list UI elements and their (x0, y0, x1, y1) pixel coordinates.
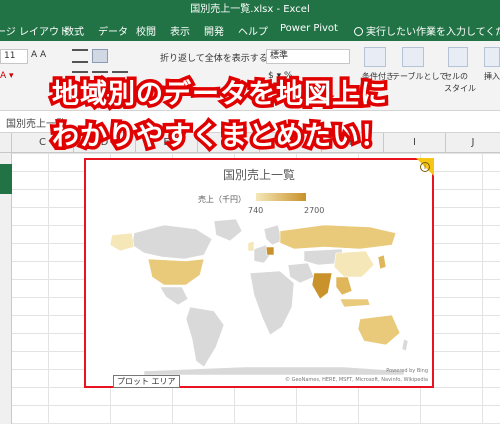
banner-line-1: 地域別のデータを地図上に (49, 76, 391, 114)
tell-me-box[interactable]: 実行したい作業を入力してください (354, 23, 500, 38)
ribbon-tabs: ージ レイアウト 数式 データ 校閲 表示 開発 ヘルプ Power Pivot… (0, 19, 500, 41)
powered-by-bing: Powered by Bing (386, 368, 428, 374)
tab-view[interactable]: 表示 (170, 23, 190, 38)
legend-title: 売上（千円） (198, 195, 246, 204)
search-icon (354, 27, 363, 36)
new-zealand (401, 338, 409, 352)
align-top-icon[interactable] (72, 49, 88, 63)
russia (279, 224, 397, 250)
tab-data[interactable]: データ (98, 23, 128, 38)
cell-style-icon[interactable] (448, 47, 468, 67)
legend-max-value: 2700 (304, 206, 325, 215)
australia (357, 314, 401, 346)
legend-gradient (256, 193, 306, 201)
mexico (159, 286, 189, 306)
tab-help[interactable]: ヘルプ (238, 23, 268, 38)
cell-style-label-2[interactable]: スタイル (444, 83, 476, 94)
font-size-select[interactable]: 11 (0, 49, 28, 64)
tab-formulas[interactable]: 数式 (64, 23, 84, 38)
china (333, 250, 375, 278)
window-title: 国別売上一覧.xlsx - Excel (190, 4, 310, 15)
tab-review[interactable]: 校閲 (136, 23, 156, 38)
insert-icon[interactable] (484, 47, 500, 67)
tab-power-pivot[interactable]: Power Pivot (280, 23, 338, 34)
title-bar: 国別売上一覧.xlsx - Excel (0, 0, 500, 19)
africa (249, 270, 295, 336)
selected-row-indicator (0, 164, 12, 194)
banner-line-2: わかりやすくまとめたい！ (49, 118, 391, 156)
tab-page-layout[interactable]: ージ レイアウト (0, 23, 69, 38)
font-color-icon[interactable]: A ▾ (0, 71, 14, 81)
south-america (185, 306, 225, 368)
scandinavia (263, 224, 283, 246)
tell-me-label: 実行したい作業を入力してください (366, 27, 500, 38)
middle-east (287, 262, 315, 284)
map-chart[interactable]: i 国別売上一覧 売上（千円） 740 2700 Powered by Bing… (84, 158, 434, 388)
map-copyright: © GeoNames, HERE, MSFT, Microsoft, Navin… (284, 377, 428, 383)
tab-developer[interactable]: 開発 (204, 23, 224, 38)
corner-cell[interactable] (0, 133, 12, 153)
wrap-text-button[interactable]: 折り返して全体を表示する (160, 51, 268, 64)
alaska (109, 232, 135, 252)
chart-title: 国別売上一覧 (222, 168, 295, 182)
indonesia (339, 298, 371, 308)
align-middle-icon[interactable] (92, 49, 108, 63)
column-header-i[interactable]: I (384, 133, 446, 153)
india (311, 272, 333, 300)
world-map (109, 218, 409, 375)
usa (147, 258, 205, 286)
southeast-asia (335, 276, 353, 296)
grow-font-icon[interactable]: A A (31, 50, 46, 60)
canada (131, 224, 213, 260)
legend-min-value: 740 (248, 206, 264, 215)
table-format-label[interactable]: テーブルとして (392, 71, 447, 82)
conditional-format-icon[interactable] (364, 47, 386, 67)
greenland (213, 218, 243, 242)
number-format-select[interactable]: 標準 (266, 49, 350, 64)
column-header-j[interactable]: J (446, 133, 500, 153)
japan (377, 254, 387, 270)
antarctica (143, 366, 405, 375)
germany (265, 246, 275, 256)
plot-area-tooltip: プロット エリア (113, 375, 180, 388)
table-format-icon[interactable] (402, 47, 424, 67)
insert-label[interactable]: 挿入 (484, 71, 500, 82)
uk (247, 240, 255, 252)
cell-style-label[interactable]: セルの (444, 71, 468, 82)
